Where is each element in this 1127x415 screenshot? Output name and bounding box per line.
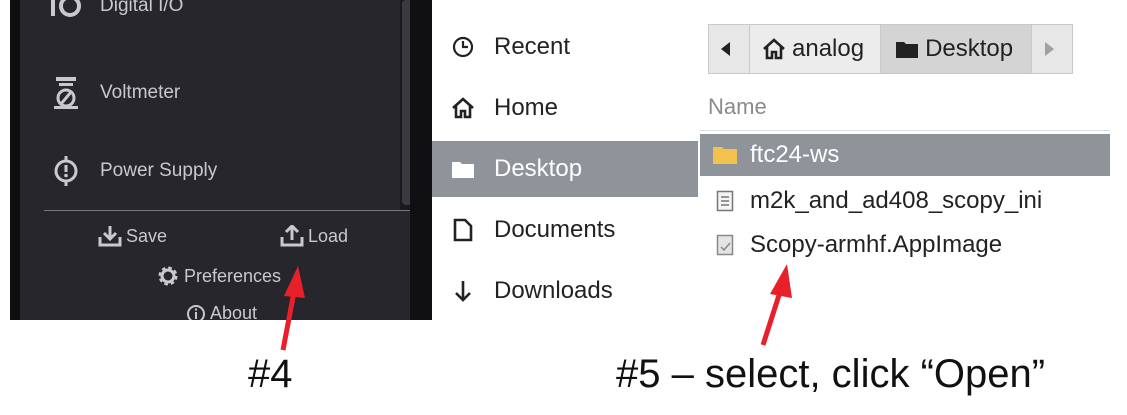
arrow-step5 — [760, 264, 792, 346]
annotation-step5: #5 – select, click “Open” — [616, 352, 1046, 396]
arrow-step4 — [280, 266, 305, 351]
annotation-step4: #4 — [248, 352, 293, 396]
